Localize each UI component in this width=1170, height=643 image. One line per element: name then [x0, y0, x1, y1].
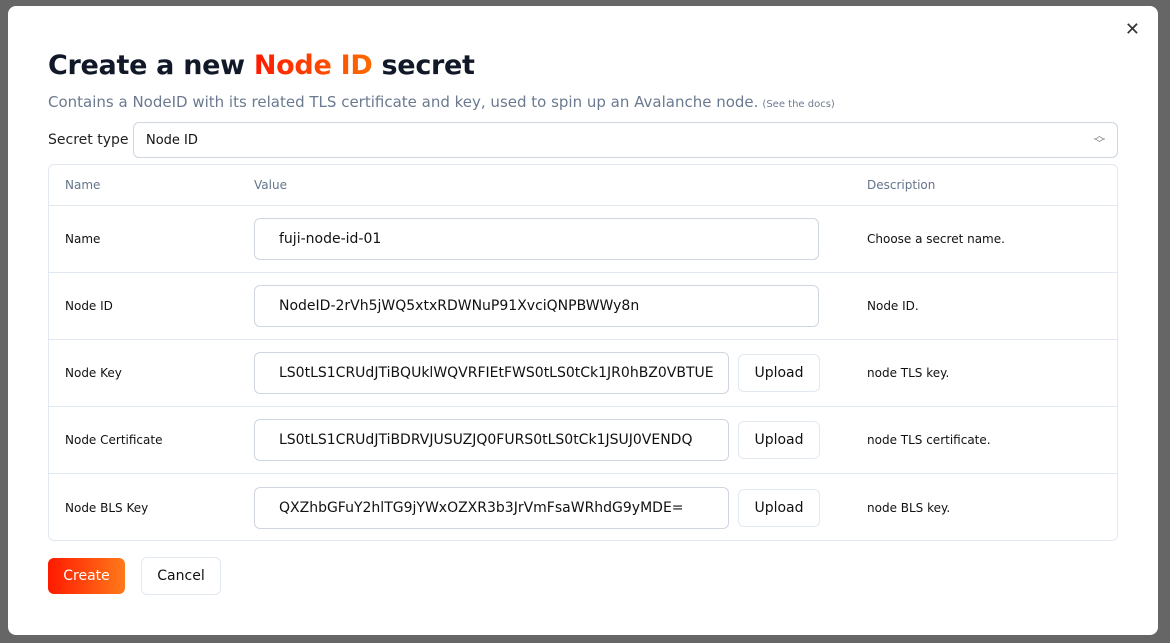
create-secret-dialog: ✕ Create a new Node ID secret Contains a… — [8, 6, 1158, 635]
secret-type-select[interactable]: Node ID ︿ ﹀ — [133, 122, 1118, 158]
node-bls-key-input[interactable]: QXZhbGFuY2hlTG9jYWxOZXR3b3JrVmFsaWRhdG9y… — [254, 486, 729, 529]
dialog-title: Create a new Node ID secret — [48, 50, 475, 81]
create-button[interactable]: Create — [48, 558, 125, 594]
name-input[interactable]: fuji-node-id-01 — [254, 218, 819, 260]
table-header: Name Value Description — [49, 165, 1117, 206]
upload-key-button[interactable]: Upload — [738, 354, 820, 392]
node-id-input[interactable]: NodeID-2rVh5jWQ5xtxRDWNuP91XvciQNPBWWy8n — [254, 285, 819, 327]
secret-fields-table: Name Value Description Name fuji-node-id… — [48, 164, 1118, 541]
docs-link[interactable]: (See the docs) — [762, 99, 834, 110]
dialog-subtitle: Contains a NodeID with its related TLS c… — [48, 93, 835, 111]
table-row: Node BLS Key QXZhbGFuY2hlTG9jYWxOZXR3b3J… — [49, 474, 1117, 541]
cancel-button[interactable]: Cancel — [141, 557, 221, 595]
node-certificate-input[interactable]: LS0tLS1CRUdJTiBDRVJUSUZJQ0FURS0tLS0tCk1J… — [254, 419, 729, 461]
table-row: Node Key LS0tLS1CRUdJTiBQUklWQVRFIEtFWS0… — [49, 340, 1117, 407]
close-icon[interactable]: ✕ — [1125, 20, 1140, 40]
upload-certificate-button[interactable]: Upload — [738, 421, 820, 459]
secret-type-label: Secret type — [48, 132, 129, 148]
table-row: Node Certificate LS0tLS1CRUdJTiBDRVJUSUZ… — [49, 407, 1117, 474]
chevron-up-down-icon: ︿ ﹀ — [1094, 129, 1105, 150]
table-row: Name fuji-node-id-01 Choose a secret nam… — [49, 206, 1117, 273]
node-key-input[interactable]: LS0tLS1CRUdJTiBQUklWQVRFIEtFWS0tLS0tCk1J… — [254, 352, 729, 394]
table-row: Node ID NodeID-2rVh5jWQ5xtxRDWNuP91XvciQ… — [49, 273, 1117, 340]
upload-bls-key-button[interactable]: Upload — [738, 488, 820, 527]
